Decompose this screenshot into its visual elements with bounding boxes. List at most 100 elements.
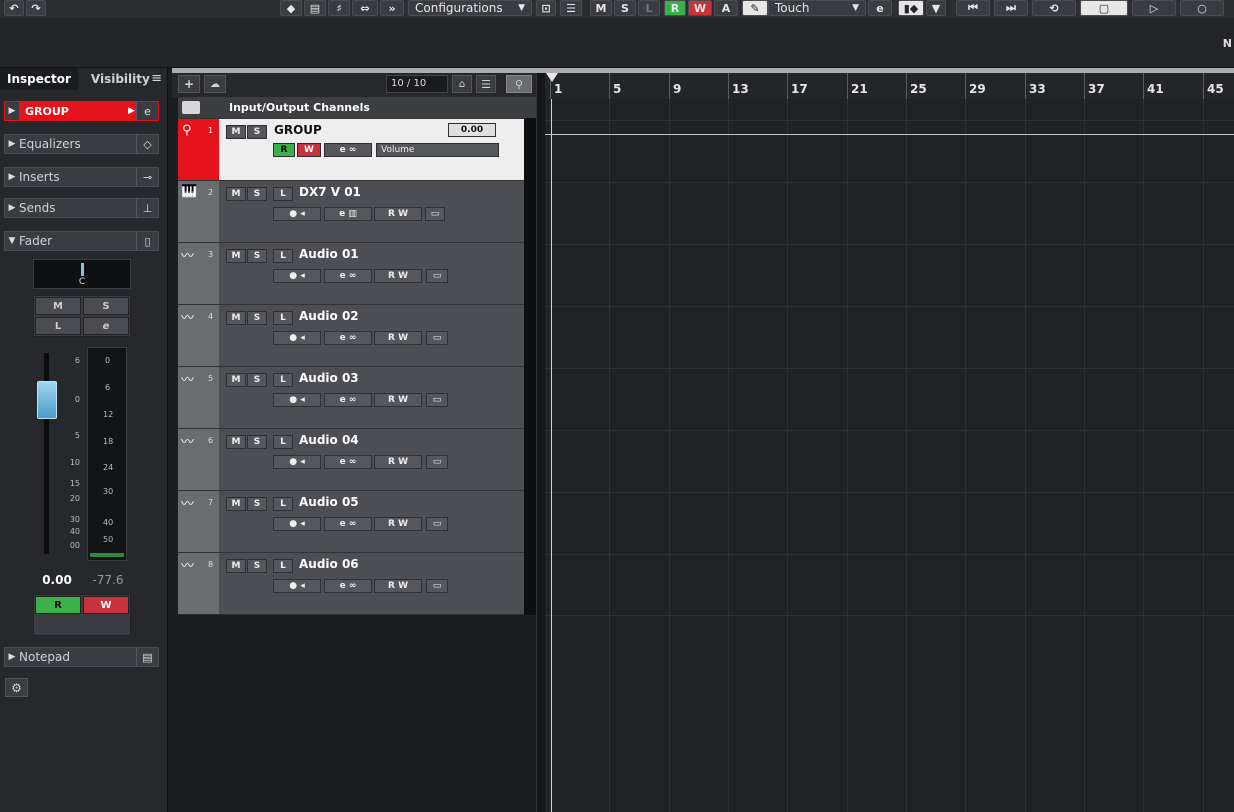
read-write-button[interactable]: R W	[374, 455, 422, 469]
track-row-audio[interactable]: 〰 6 M S L Audio 04 ● ◂ e ∞ R W ▭	[178, 428, 536, 490]
lock-button[interactable]: L	[273, 311, 293, 325]
track-name[interactable]: Audio 03	[299, 371, 359, 385]
redo-icon[interactable]: ↷	[26, 0, 46, 16]
track-row-audio[interactable]: 〰 4 M S L Audio 02 ● ◂ e ∞ R W ▭	[178, 304, 536, 366]
track-name[interactable]: Audio 05	[299, 495, 359, 509]
lanes-icon[interactable]: ▭	[426, 579, 448, 593]
solo-button[interactable]: S	[247, 373, 267, 387]
mute-all-button[interactable]: M	[590, 0, 612, 16]
mixer-icon[interactable]: ♯	[328, 0, 350, 16]
solo-button[interactable]: S	[247, 125, 267, 139]
read-button[interactable]: R	[273, 143, 295, 157]
fader-handle[interactable]	[37, 381, 57, 419]
menu-icon[interactable]: ≡	[151, 71, 162, 86]
sends-icon[interactable]: ⊥	[136, 199, 158, 217]
write-button[interactable]: W	[297, 143, 321, 157]
mute-button[interactable]: M	[226, 311, 246, 325]
snapshot-icon[interactable]: ⊡	[536, 0, 556, 16]
track-name[interactable]: Audio 02	[299, 309, 359, 323]
window-layout-icon[interactable]: ▤	[304, 0, 326, 16]
play-icon[interactable]: ▷	[1132, 0, 1176, 16]
record-monitor-button[interactable]: ● ◂	[273, 331, 321, 345]
write-button[interactable]: W	[83, 596, 129, 614]
solo-button[interactable]: S	[247, 249, 267, 263]
ruler[interactable]: 1 5 9 13 17 21 25 29 33 37 41 45	[545, 73, 1234, 99]
solo-button[interactable]: S	[247, 187, 267, 201]
listen-all-button[interactable]: L	[638, 0, 660, 16]
mute-button[interactable]: M	[226, 373, 246, 387]
lock-button[interactable]: L	[273, 187, 293, 201]
track-row-audio[interactable]: 〰 5 M S L Audio 03 ● ◂ e ∞ R W ▭	[178, 366, 536, 428]
chevron-down-icon[interactable]: ▼	[926, 0, 946, 16]
mute-button[interactable]: M	[226, 187, 246, 201]
section-inserts[interactable]: ▶ Inserts ⊸	[4, 167, 159, 187]
edit-link-button[interactable]: e ∞	[324, 393, 372, 407]
record-monitor-button[interactable]: ● ◂	[273, 393, 321, 407]
lanes-icon[interactable]: ▭	[426, 455, 448, 469]
read-write-button[interactable]: R W	[374, 517, 422, 531]
edit-link-button[interactable]: e ∞	[324, 269, 372, 283]
tab-inspector[interactable]: Inspector	[0, 68, 78, 90]
splitter[interactable]	[536, 73, 545, 812]
track-row-group[interactable]: ⚲ 1 M S GROUP 0.00 R W e ∞ Volume	[178, 118, 536, 180]
track-name[interactable]: Audio 04	[299, 433, 359, 447]
lanes-icon[interactable]: ▭	[426, 331, 448, 345]
lock-button[interactable]: L	[273, 435, 293, 449]
edit-icon[interactable]: e	[868, 0, 892, 16]
stop-icon[interactable]: ▢	[1080, 0, 1128, 16]
fader-icon[interactable]: ▯	[136, 232, 158, 250]
edit-link-button[interactable]: e ∞	[324, 143, 372, 157]
fader-value[interactable]: 0.00	[34, 573, 80, 587]
solo-button[interactable]: S	[247, 311, 267, 325]
forward-icon[interactable]: »	[380, 0, 404, 16]
lock-button[interactable]: L	[273, 497, 293, 511]
lock-button[interactable]: L	[273, 249, 293, 263]
track-count[interactable]: 10 / 10	[386, 75, 448, 93]
add-track-icon[interactable]: +	[178, 75, 200, 93]
list-icon[interactable]: ☰	[560, 0, 582, 16]
automation-parameter[interactable]: Volume	[376, 143, 499, 157]
read-write-button[interactable]: R W	[374, 331, 422, 345]
solo-button[interactable]: S	[247, 435, 267, 449]
add-track-preset-icon[interactable]: ☁	[204, 75, 226, 93]
track-name-section[interactable]: ▶ GROUP ▶ e	[4, 101, 159, 121]
visibility-agent-icon[interactable]: ⌂	[452, 75, 472, 93]
automation-mode-icon[interactable]: ✎	[742, 0, 768, 16]
edit-link-button[interactable]: e ∞	[324, 331, 372, 345]
go-to-end-icon[interactable]: ⏭	[994, 0, 1028, 16]
edit-channel-icon[interactable]: e	[136, 102, 158, 120]
gear-icon[interactable]: ⚙	[5, 678, 28, 697]
read-write-button[interactable]: R W	[374, 579, 422, 593]
event-display[interactable]	[545, 99, 1234, 812]
mute-button[interactable]: M	[226, 435, 246, 449]
record-monitor-button[interactable]: ● ◂	[273, 207, 321, 221]
lanes-icon[interactable]: ▭	[426, 393, 448, 407]
automation-mode-dropdown[interactable]: Touch ▼	[768, 0, 866, 16]
lanes-icon[interactable]: ▭	[426, 517, 448, 531]
track-name[interactable]: DX7 V 01	[299, 185, 361, 199]
read-all-button[interactable]: R	[664, 0, 686, 16]
record-monitor-button[interactable]: ● ◂	[273, 269, 321, 283]
mute-button[interactable]: M	[226, 497, 246, 511]
solo-all-button[interactable]: S	[614, 0, 636, 16]
cycle-icon[interactable]: ⟲	[1032, 0, 1076, 16]
section-notepad[interactable]: ▶ Notepad ▤	[4, 647, 159, 667]
track-row-audio[interactable]: 〰 7 M S L Audio 05 ● ◂ e ∞ R W ▭	[178, 490, 536, 552]
section-equalizers[interactable]: ▶ Equalizers ◇	[4, 134, 159, 154]
mute-button[interactable]: M	[35, 297, 81, 315]
lanes-icon[interactable]: ▭	[426, 269, 448, 283]
track-row-instrument[interactable]: 🎹 2 M S L DX7 V 01 ● ◂ e ▥ R W ▭	[178, 180, 536, 242]
search-icon[interactable]: ⚲	[506, 75, 532, 93]
lock-button[interactable]: L	[273, 373, 293, 387]
lock-button[interactable]: L	[273, 559, 293, 573]
mute-button[interactable]: M	[226, 249, 246, 263]
solo-button[interactable]: S	[83, 297, 129, 315]
constrain-icon[interactable]: ◆	[280, 0, 302, 16]
lanes-icon[interactable]: ▭	[425, 207, 445, 221]
read-button[interactable]: R	[35, 596, 81, 614]
automation-all-button[interactable]: A	[714, 0, 738, 16]
record-monitor-button[interactable]: ● ◂	[273, 579, 321, 593]
pan-control[interactable]: C	[33, 259, 131, 289]
section-fader[interactable]: ▼ Fader ▯	[4, 231, 159, 251]
peak-value[interactable]: -77.6	[86, 573, 130, 587]
